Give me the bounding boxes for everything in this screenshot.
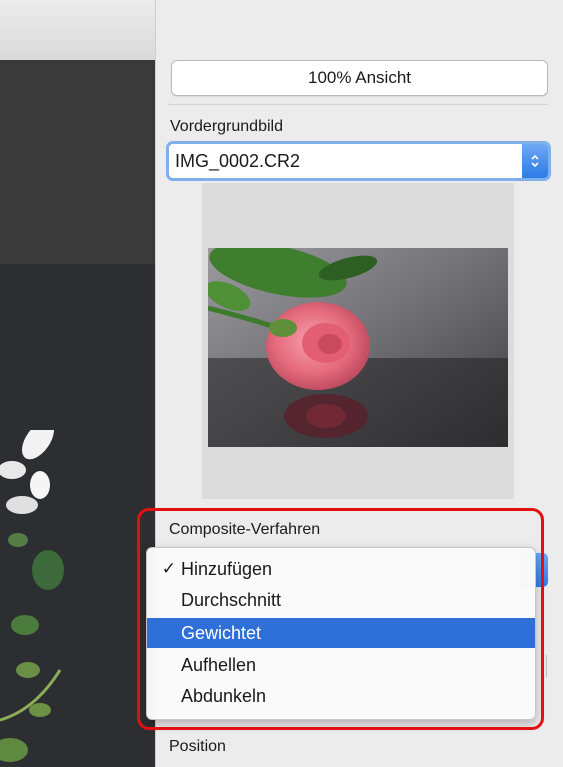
screenshot-frame: 100% Ansicht Vordergrundbild IMG_0002.CR…: [0, 0, 563, 767]
annotation-highlight-box: [137, 508, 544, 730]
divider: [168, 104, 548, 105]
flower-image-fragment: [0, 430, 64, 762]
position-label: Position: [169, 738, 226, 755]
foreground-select-value: IMG_0002.CR2: [175, 150, 301, 171]
left-toolbar: [0, 0, 155, 61]
foreground-thumbnail: [208, 248, 508, 447]
view-100-button[interactable]: 100% Ansicht: [171, 60, 548, 96]
canvas-upper: [0, 60, 155, 264]
divider: [546, 655, 547, 677]
foreground-select[interactable]: IMG_0002.CR2: [166, 141, 551, 181]
chevron-updown-icon[interactable]: [522, 144, 548, 178]
foreground-label: Vordergrundbild: [170, 118, 283, 135]
